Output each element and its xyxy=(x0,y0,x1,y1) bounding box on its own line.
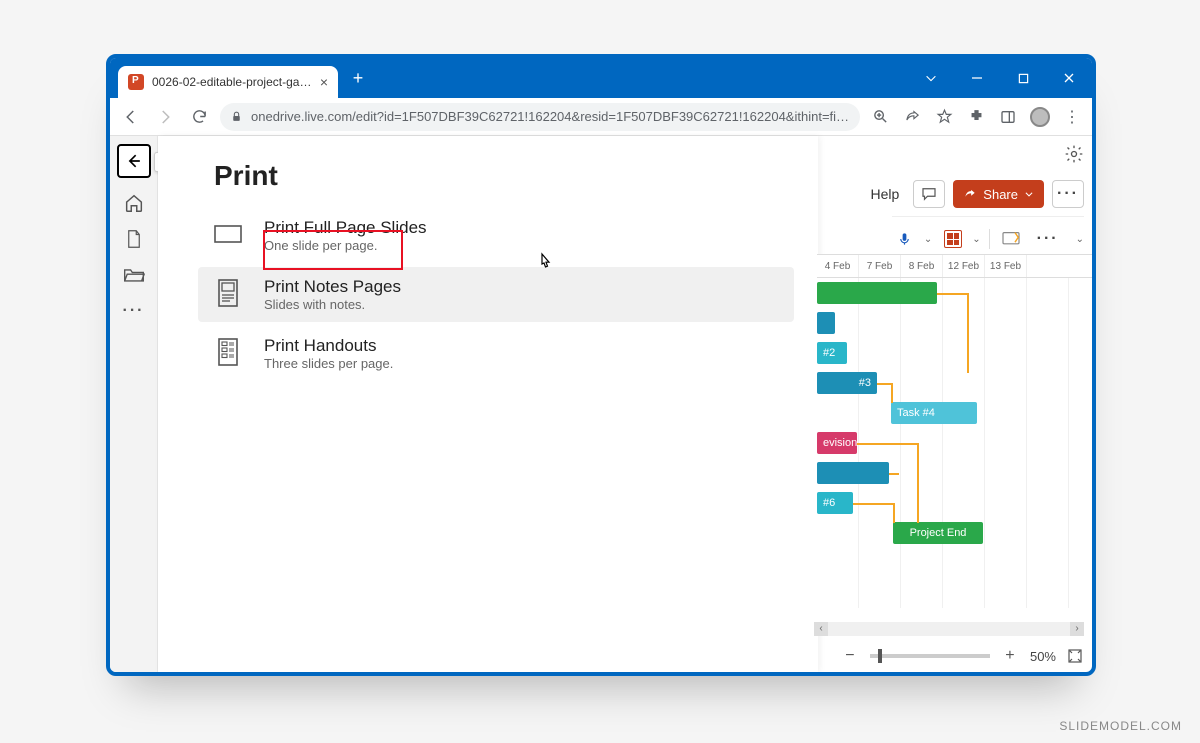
print-panel: Print Print Full Page Slides One slide p… xyxy=(158,136,818,672)
gantt-date: 12 Feb xyxy=(943,255,985,277)
gantt-scrollbar[interactable]: ‹ › xyxy=(814,622,1084,636)
gantt-date: 13 Feb xyxy=(985,255,1027,277)
new-tab-button[interactable]: + xyxy=(344,64,372,92)
option-title: Print Notes Pages xyxy=(264,277,401,297)
divider xyxy=(989,229,990,249)
scroll-right-icon[interactable]: › xyxy=(1070,622,1084,636)
address-bar: onedrive.live.com/edit?id=1F507DBF39C627… xyxy=(110,98,1092,136)
print-full-page-option[interactable]: Print Full Page Slides One slide per pag… xyxy=(198,208,794,263)
bookmark-icon[interactable] xyxy=(932,105,956,129)
option-title: Print Full Page Slides xyxy=(264,218,427,238)
app-ribbon-right: Help Share ··· xyxy=(871,180,1085,208)
powerpoint-icon xyxy=(128,74,144,90)
gantt-date: 8 Feb xyxy=(901,255,943,277)
cursor-icon xyxy=(536,252,554,274)
zoom-percent: 50% xyxy=(1030,649,1056,664)
app-top-right xyxy=(1064,144,1084,164)
print-handouts-option[interactable]: Print Handouts Three slides per page. xyxy=(198,326,794,381)
gantt-bar xyxy=(817,462,889,484)
reload-button[interactable] xyxy=(186,104,212,130)
option-subtitle: One slide per page. xyxy=(264,238,427,253)
gantt-bar: #3 xyxy=(817,372,877,394)
browser-titlebar: 0026-02-editable-project-gantt × + xyxy=(110,58,1092,98)
gantt-bar: #2 xyxy=(817,342,847,364)
profile-avatar[interactable] xyxy=(1028,105,1052,129)
extensions-icon[interactable] xyxy=(964,105,988,129)
zoom-in-button[interactable]: + xyxy=(1000,646,1020,666)
new-file-icon[interactable] xyxy=(123,228,145,250)
nav-back-button[interactable] xyxy=(118,104,144,130)
maximize-button[interactable] xyxy=(1000,58,1046,98)
notes-icon xyxy=(212,277,244,309)
url-text: onedrive.live.com/edit?id=1F507DBF39C627… xyxy=(251,109,850,124)
scroll-left-icon[interactable]: ‹ xyxy=(814,622,828,636)
gantt-date: 4 Feb xyxy=(817,255,859,277)
ribbon-collapse-icon[interactable]: ⌄ xyxy=(1076,234,1084,245)
option-title: Print Handouts xyxy=(264,336,393,356)
designer-icon[interactable] xyxy=(940,227,966,251)
home-icon[interactable] xyxy=(123,192,145,214)
nav-forward-button[interactable] xyxy=(152,104,178,130)
editor-icon[interactable] xyxy=(998,227,1024,251)
fullpage-icon xyxy=(212,218,244,250)
settings-icon[interactable] xyxy=(1064,144,1084,164)
option-subtitle: Three slides per page. xyxy=(264,356,393,371)
ribbon-more-icon[interactable]: ··· xyxy=(1032,225,1064,253)
comments-button[interactable] xyxy=(913,180,945,208)
handouts-icon xyxy=(212,336,244,368)
print-options-list: Print Full Page Slides One slide per pag… xyxy=(198,208,794,381)
app-ribbon-icons: ⌄ ⌄ ··· ⌄ xyxy=(892,216,1084,253)
zoom-slider[interactable] xyxy=(870,654,990,658)
close-window-button[interactable] xyxy=(1046,58,1092,98)
share-button[interactable]: Share xyxy=(953,180,1044,208)
share-page-icon[interactable] xyxy=(900,105,924,129)
gantt-bar: Task #4 xyxy=(891,402,977,424)
open-folder-icon[interactable] xyxy=(123,264,145,286)
gantt-preview: 4 Feb 7 Feb 8 Feb 12 Feb 13 Feb #2 #3 Ta… xyxy=(817,254,1092,624)
zoom-icon[interactable] xyxy=(868,105,892,129)
share-label: Share xyxy=(983,187,1018,202)
print-notes-option[interactable]: Print Notes Pages Slides with notes. xyxy=(198,267,794,322)
chevron-down-icon[interactable] xyxy=(908,58,954,98)
minimize-button[interactable] xyxy=(954,58,1000,98)
browser-window: 0026-02-editable-project-gantt × + xyxy=(106,54,1096,676)
sidepanel-icon[interactable] xyxy=(996,105,1020,129)
zoom-bar: − + 50% xyxy=(840,646,1084,666)
fit-to-window-icon[interactable] xyxy=(1066,647,1084,665)
gantt-body: #2 #3 Task #4 evision #6 Project End xyxy=(817,278,1092,608)
caret-icon[interactable]: ⌄ xyxy=(972,234,980,245)
gantt-bar: Project End xyxy=(893,522,983,544)
gantt-bar: evision xyxy=(817,432,857,454)
gantt-header: 4 Feb 7 Feb 8 Feb 12 Feb 13 Feb xyxy=(817,254,1092,278)
browser-menu-icon[interactable]: ⋮ xyxy=(1060,105,1084,129)
zoom-out-button[interactable]: − xyxy=(840,646,860,666)
gantt-bar xyxy=(817,312,835,334)
dictate-icon[interactable] xyxy=(892,227,918,251)
scroll-track[interactable] xyxy=(828,622,1070,636)
url-field[interactable]: onedrive.live.com/edit?id=1F507DBF39C627… xyxy=(220,103,860,131)
print-heading: Print xyxy=(214,160,794,192)
backstage-rail: ··· xyxy=(110,136,158,672)
gantt-date: 7 Feb xyxy=(859,255,901,277)
caret-icon[interactable]: ⌄ xyxy=(924,234,932,245)
close-tab-icon[interactable]: × xyxy=(320,74,328,90)
browser-tab[interactable]: 0026-02-editable-project-gantt × xyxy=(118,66,338,98)
watermark: SLIDEMODEL.COM xyxy=(1059,719,1182,733)
tab-title: 0026-02-editable-project-gantt xyxy=(152,75,312,89)
ribbon-overflow-button[interactable]: ··· xyxy=(1052,180,1084,208)
window-controls xyxy=(908,58,1092,98)
app-content: Help Share ··· ⌄ ⌄ ··· xyxy=(110,136,1092,672)
gantt-bar-label: #3 xyxy=(859,377,871,389)
lock-icon xyxy=(230,110,243,123)
gantt-bar: #6 xyxy=(817,492,853,514)
gantt-bar xyxy=(817,282,937,304)
rail-more-icon[interactable]: ··· xyxy=(123,300,145,322)
help-menu[interactable]: Help xyxy=(871,186,900,202)
option-subtitle: Slides with notes. xyxy=(264,297,401,312)
back-button[interactable] xyxy=(117,144,151,178)
